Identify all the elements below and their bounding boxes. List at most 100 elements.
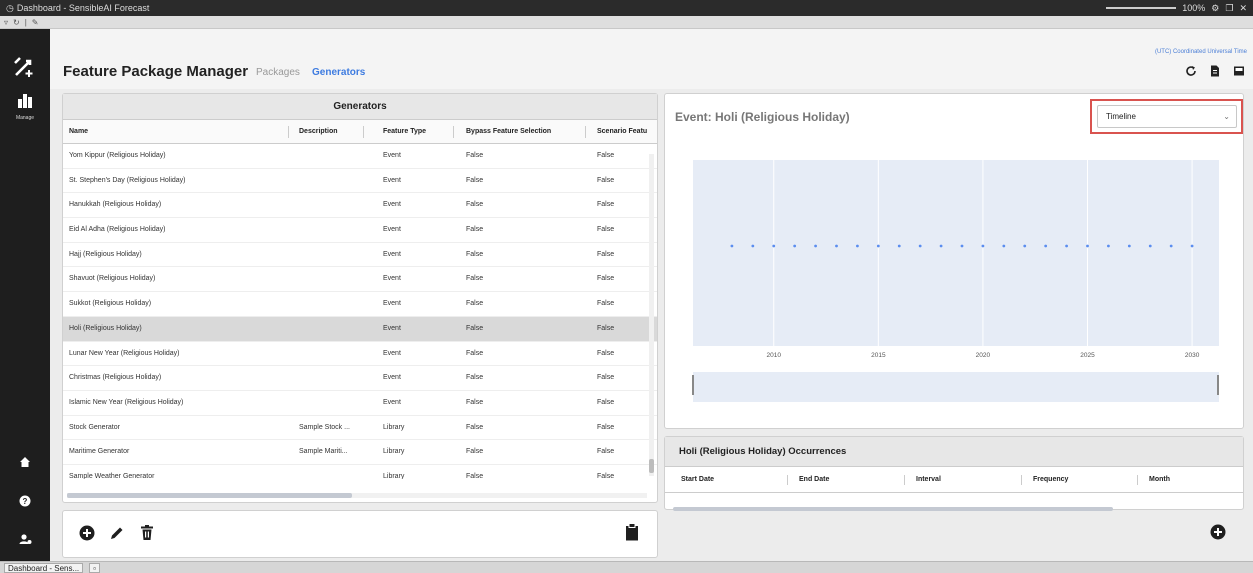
col-divider xyxy=(1021,475,1022,485)
nav-help[interactable]: ? xyxy=(0,494,50,512)
table-row[interactable]: Maritime Generator Sample Mariti... Librar… xyxy=(63,440,657,465)
timeline-chart: 2010 2015 2020 2025 2030 xyxy=(692,160,1219,402)
table-row[interactable]: Sample Weather Generator Library False Fals… xyxy=(63,465,657,479)
taskbar-item[interactable]: Dashboard - Sens... xyxy=(4,562,84,573)
range-handle-right[interactable] xyxy=(1217,375,1219,395)
col-divider xyxy=(585,126,586,138)
event-point[interactable] xyxy=(751,244,755,248)
add-occurrence-icon[interactable] xyxy=(1210,524,1226,540)
cell-scenario: False xyxy=(597,176,615,184)
generators-horizontal-scrollbar[interactable] xyxy=(67,493,647,498)
table-row[interactable]: Holi (Religious Holiday) Event False False xyxy=(63,316,657,342)
table-row[interactable]: Islamic New Year (Religious Holiday) Even… xyxy=(63,391,657,416)
app-logo-icon[interactable] xyxy=(12,55,36,79)
event-point[interactable] xyxy=(918,244,922,248)
cell-feature-type: Event xyxy=(383,250,401,258)
table-row[interactable]: Yom Kippur (Religious Holiday) Event False… xyxy=(63,144,657,169)
event-point[interactable] xyxy=(835,244,838,248)
generators-panel: Generators Name Description Feature Type… xyxy=(62,93,658,503)
edit-small-icon[interactable]: ✎ xyxy=(32,18,39,27)
col-feature-type[interactable]: Feature Type xyxy=(383,120,453,144)
close-window-icon[interactable]: ✕ xyxy=(1239,3,1247,14)
col-month[interactable]: Month xyxy=(1149,467,1170,493)
event-point[interactable] xyxy=(1002,244,1006,248)
occurrences-horizontal-scrollbar[interactable] xyxy=(673,507,1113,511)
add-generator-icon[interactable] xyxy=(79,525,95,541)
nav-manage[interactable]: Manage xyxy=(0,93,50,121)
event-point[interactable] xyxy=(981,244,985,248)
event-point[interactable] xyxy=(793,244,797,248)
refresh-icon[interactable] xyxy=(1185,65,1197,77)
col-frequency[interactable]: Frequency xyxy=(1033,467,1068,493)
cell-feature-type: Event xyxy=(383,176,401,184)
tab-generators[interactable]: Generators xyxy=(312,67,365,78)
table-row[interactable]: Stock Generator Sample Stock ... Library Fa… xyxy=(63,416,657,441)
event-point[interactable] xyxy=(960,244,964,248)
event-point[interactable] xyxy=(1148,244,1152,248)
col-end-date[interactable]: End Date xyxy=(799,467,829,493)
event-point[interactable] xyxy=(1190,244,1194,248)
event-point[interactable] xyxy=(1065,244,1068,248)
table-row[interactable]: St. Stephen's Day (Religious Holiday) Eve… xyxy=(63,169,657,194)
view-select[interactable]: Timeline ⌄ xyxy=(1097,105,1237,128)
cell-feature-type: Event xyxy=(383,201,401,209)
settings-icon[interactable]: ⚙ xyxy=(1211,3,1219,14)
taskbar-window-icon[interactable]: ▫ xyxy=(89,562,100,573)
event-point[interactable] xyxy=(856,244,859,248)
event-point[interactable] xyxy=(1044,244,1048,248)
event-point[interactable] xyxy=(939,244,943,248)
event-point[interactable] xyxy=(897,244,901,248)
event-point[interactable] xyxy=(1127,244,1131,248)
occurrences-title: Holi (Religious Holiday) Occurrences xyxy=(665,437,1243,467)
clipboard-icon[interactable] xyxy=(625,523,639,541)
range-handle-left[interactable] xyxy=(692,375,694,395)
restore-window-icon[interactable]: ❐ xyxy=(1225,3,1233,14)
col-description[interactable]: Description xyxy=(299,120,354,144)
col-interval[interactable]: Interval xyxy=(916,467,941,493)
delete-generator-icon[interactable] xyxy=(140,525,154,541)
scrollbar-thumb[interactable] xyxy=(67,493,352,498)
table-row[interactable]: Sukkot (Religious Holiday) Event False Fals… xyxy=(63,292,657,317)
col-scenario-feature[interactable]: Scenario Featu xyxy=(597,120,653,144)
table-row[interactable]: Christmas (Religious Holiday) Event False F… xyxy=(63,366,657,391)
event-point[interactable] xyxy=(814,244,817,248)
table-row[interactable]: Hajj (Religious Holiday) Event False False xyxy=(63,243,657,268)
table-row[interactable]: Lunar New Year (Religious Holiday) Event F… xyxy=(63,342,657,367)
event-point[interactable] xyxy=(730,244,734,248)
event-point[interactable] xyxy=(1169,244,1173,248)
taskbar: Dashboard - Sens... ▫ xyxy=(0,561,1253,573)
refresh-small-icon[interactable]: ↻ xyxy=(13,18,20,27)
event-point[interactable] xyxy=(772,244,776,248)
x-tick-label: 2015 xyxy=(871,352,886,359)
col-name[interactable]: Name xyxy=(69,120,279,144)
cell-name: St. Stephen's Day (Religious Holiday) xyxy=(69,176,186,184)
event-point[interactable] xyxy=(1107,244,1110,248)
tab-packages[interactable]: Packages xyxy=(256,67,300,78)
chevron-down-icon: ⌄ xyxy=(1223,112,1230,121)
occurrences-panel: Holi (Religious Holiday) Occurrences Sta… xyxy=(664,436,1244,511)
event-point[interactable] xyxy=(1086,244,1089,248)
col-start-date[interactable]: Start Date xyxy=(681,467,714,493)
cell-feature-type: Event xyxy=(383,398,401,406)
scrollbar-thumb[interactable] xyxy=(649,459,654,473)
table-row[interactable]: Shavuot (Religious Holiday) Event False Fal… xyxy=(63,267,657,293)
col-bypass-feature-selection[interactable]: Bypass Feature Selection xyxy=(466,120,576,144)
inbox-icon[interactable] xyxy=(1233,65,1245,77)
event-title: Event: Holi (Religious Holiday) xyxy=(675,110,850,124)
table-row[interactable]: Eid Al Adha (Religious Holiday) Event Fals… xyxy=(63,218,657,243)
event-point[interactable] xyxy=(876,244,880,248)
nav-user-settings[interactable] xyxy=(0,532,50,550)
cell-bypass: False xyxy=(466,374,484,382)
generators-vertical-scrollbar[interactable] xyxy=(649,154,654,476)
filter-icon[interactable]: ▿ xyxy=(4,18,8,27)
event-point[interactable] xyxy=(1023,244,1027,248)
edit-generator-icon[interactable] xyxy=(109,525,125,541)
range-slider-track[interactable] xyxy=(693,372,1219,402)
cell-scenario: False xyxy=(597,349,615,357)
table-row[interactable]: Hanukkah (Religious Holiday) Event False Fa… xyxy=(63,193,657,219)
cell-scenario: False xyxy=(597,201,615,209)
nav-home[interactable] xyxy=(0,455,50,473)
document-icon[interactable] xyxy=(1209,65,1221,77)
zoom-slider[interactable] xyxy=(1106,7,1177,9)
cell-description: Sample Stock ... xyxy=(299,423,350,431)
